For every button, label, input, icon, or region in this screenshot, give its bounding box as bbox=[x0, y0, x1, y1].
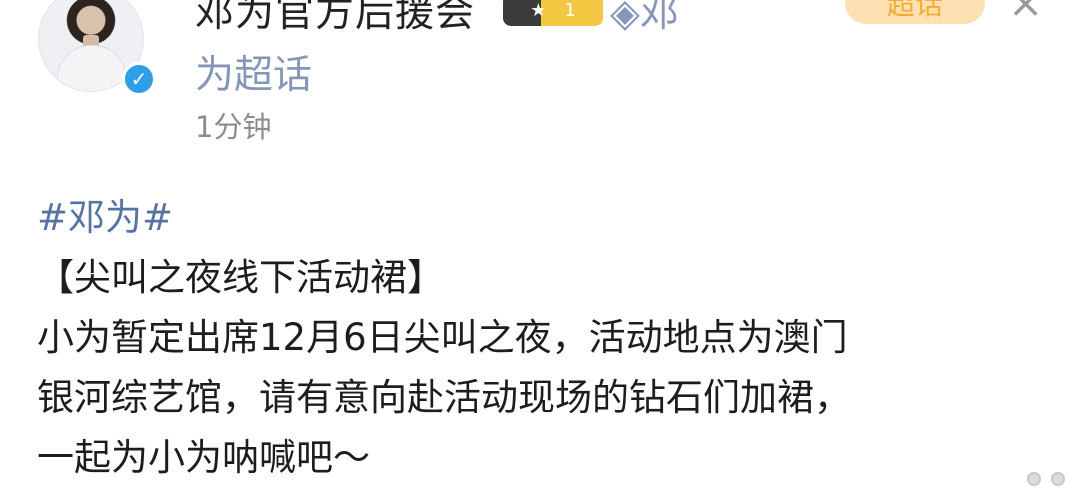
post-line-2: 小为暂定出席12月6日尖叫之夜，活动地点为澳门 bbox=[37, 316, 848, 359]
post-timestamp: 1分钟 bbox=[195, 110, 272, 144]
username-label[interactable]: 邓为官方后援会 bbox=[195, 0, 475, 38]
avatar-body-shape bbox=[57, 45, 127, 91]
post-line-1: 【尖叫之夜线下活动裙】 bbox=[37, 256, 444, 299]
fan-rank-badge: ★ 1 bbox=[503, 0, 603, 26]
watermark-dot bbox=[1027, 472, 1041, 486]
post-line-4: 一起为小为呐喊吧～ bbox=[37, 436, 370, 479]
watermark-logo bbox=[1027, 472, 1065, 486]
post-body: #邓为# 【尖叫之夜线下活动裙】 小为暂定出席12月6日尖叫之夜，活动地点为澳门… bbox=[37, 188, 1037, 488]
post-line-3: 银河综艺馆，请有意向赴活动现场的钻石们加裙， bbox=[37, 376, 851, 419]
rank-number: 1 bbox=[564, 0, 576, 21]
super-topic-link-part-2[interactable]: 为超话 bbox=[195, 44, 312, 100]
super-topic-button[interactable]: 超话 bbox=[845, 0, 985, 24]
avatar[interactable]: ✓ bbox=[38, 0, 156, 104]
rank-star-icon: ★ bbox=[530, 0, 547, 21]
watermark-dot bbox=[1051, 472, 1065, 486]
super-topic-link-part-1[interactable]: ◈邓 bbox=[610, 0, 679, 38]
verified-check-icon: ✓ bbox=[122, 62, 156, 96]
post-hashtag[interactable]: #邓为# bbox=[37, 188, 1037, 248]
close-icon[interactable]: × bbox=[1008, 0, 1043, 24]
